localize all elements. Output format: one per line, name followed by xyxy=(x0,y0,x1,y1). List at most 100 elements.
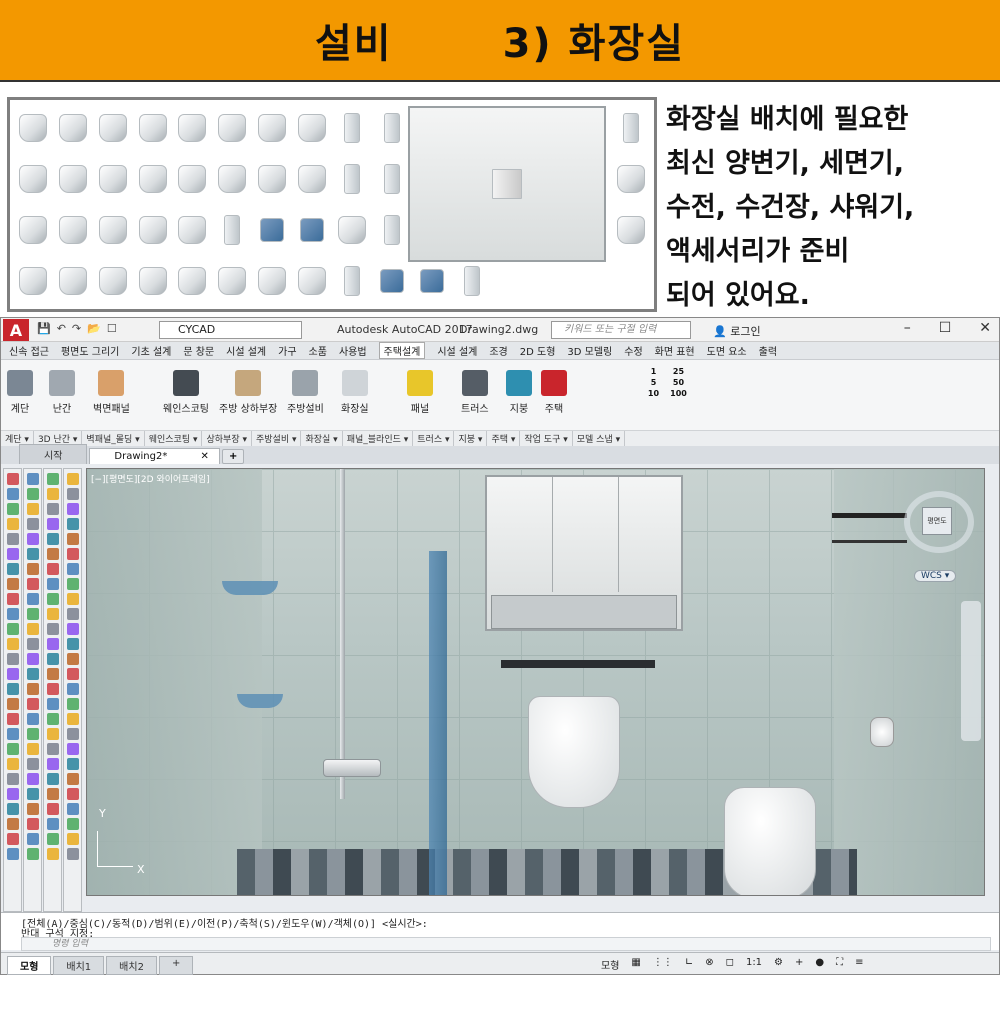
palette-tool-icon[interactable] xyxy=(46,638,59,650)
palette-tool-icon[interactable] xyxy=(46,608,59,620)
palette-tool-icon[interactable] xyxy=(6,713,19,725)
palette-tool-icon[interactable] xyxy=(46,473,59,485)
palette-tool-icon[interactable] xyxy=(66,758,79,770)
palette-tool-icon[interactable] xyxy=(26,803,39,815)
palette-tool-icon[interactable] xyxy=(26,743,39,755)
palette-tool-icon[interactable] xyxy=(26,533,39,545)
palette-tool-icon[interactable] xyxy=(66,743,79,755)
ribbon-tool[interactable]: 지붕 xyxy=(506,364,532,430)
palette-tool-icon[interactable] xyxy=(26,548,39,560)
palette-tool-icon[interactable] xyxy=(66,728,79,740)
palette-tool-icon[interactable] xyxy=(26,833,39,845)
palette-tool-icon[interactable] xyxy=(66,533,79,545)
palette-tool-icon[interactable] xyxy=(46,503,59,515)
ribbon-tool[interactable]: 주방설비 xyxy=(287,364,324,430)
palette-tool-icon[interactable] xyxy=(46,488,59,500)
palette-tool-icon[interactable] xyxy=(26,698,39,710)
palette-tool-icon[interactable] xyxy=(46,713,59,725)
viewport-label[interactable]: [−][평면도][2D 와이어프레임] xyxy=(91,472,210,485)
ribbon-group-label[interactable]: 주방설비 ▾ xyxy=(252,431,302,446)
palette-tool-icon[interactable] xyxy=(26,683,39,695)
palette-tool-icon[interactable] xyxy=(46,593,59,605)
palette-tool-icon[interactable] xyxy=(46,668,59,680)
ribbon-group-label[interactable]: 모델 스냅 ▾ xyxy=(573,431,626,446)
ribbon-tool[interactable]: 주방 상하부장 xyxy=(219,364,277,430)
ribbon-group-label[interactable]: 지붕 ▾ xyxy=(454,431,488,446)
palette-tool-icon[interactable] xyxy=(6,608,19,620)
ribbon-tab[interactable]: 3D 모델링 xyxy=(567,343,612,358)
palette-tool-icon[interactable] xyxy=(66,623,79,635)
palette-tool-icon[interactable] xyxy=(46,728,59,740)
palette-tool-icon[interactable] xyxy=(26,728,39,740)
palette-tool-icon[interactable] xyxy=(6,623,19,635)
ribbon-tab[interactable]: 수정 xyxy=(624,343,642,358)
ribbon-tool[interactable]: 트러스 xyxy=(461,364,489,430)
palette-tool-icon[interactable] xyxy=(46,623,59,635)
ribbon-tool[interactable]: 웨인스코팅 xyxy=(163,364,209,430)
palette-tool-icon[interactable] xyxy=(66,593,79,605)
new-icon[interactable]: ☐ xyxy=(107,322,117,335)
ribbon-tool[interactable]: 화장실 xyxy=(341,364,369,430)
scale-value[interactable]: 25 xyxy=(666,366,691,377)
palette-tool-icon[interactable] xyxy=(46,788,59,800)
tab-layout1[interactable]: 배치1 xyxy=(53,956,105,975)
palette-tool-icon[interactable] xyxy=(26,593,39,605)
palette-tool-icon[interactable] xyxy=(46,518,59,530)
scale-selector[interactable]: 1 25 5 50 10 100 xyxy=(641,366,691,399)
ribbon-group-label[interactable]: 작업 도구 ▾ xyxy=(520,431,573,446)
palette-tool-icon[interactable] xyxy=(6,503,19,515)
palette-tool-icon[interactable] xyxy=(66,683,79,695)
viewcube[interactable]: 평면도 xyxy=(904,491,974,553)
palette-tool-icon[interactable] xyxy=(66,548,79,560)
ribbon-tab[interactable]: 가구 xyxy=(278,343,296,358)
palette-tool-icon[interactable] xyxy=(6,638,19,650)
palette-tool-icon[interactable] xyxy=(6,683,19,695)
plus-icon[interactable]: + xyxy=(795,957,803,972)
drawing-viewport[interactable]: [−][평면도][2D 와이어프레임] Y X 평면도 WCS ▾ xyxy=(86,468,985,896)
palette-tool-icon[interactable] xyxy=(26,758,39,770)
palette-tool-icon[interactable] xyxy=(6,743,19,755)
osnap-icon[interactable]: ◻ xyxy=(726,957,734,972)
redo-icon[interactable]: ↷ xyxy=(72,322,81,335)
fullscreen-icon[interactable]: ⛶ xyxy=(836,957,843,972)
palette-tool-icon[interactable] xyxy=(66,638,79,650)
workspace-select[interactable]: CYCAD xyxy=(159,321,302,339)
palette-tool-icon[interactable] xyxy=(26,563,39,575)
ribbon-tool[interactable]: 난간 xyxy=(49,364,75,430)
palette-tool-icon[interactable] xyxy=(46,548,59,560)
palette-tool-icon[interactable] xyxy=(46,818,59,830)
palette-tool-icon[interactable] xyxy=(26,653,39,665)
ribbon-tab[interactable]: 화면 표현 xyxy=(655,343,695,358)
palette-tool-icon[interactable] xyxy=(26,713,39,725)
palette-tool-icon[interactable] xyxy=(66,803,79,815)
palette-tool-icon[interactable] xyxy=(66,833,79,845)
menu-icon[interactable]: ≡ xyxy=(855,957,863,972)
palette-tool-icon[interactable] xyxy=(46,683,59,695)
close-icon[interactable]: ✕ xyxy=(201,451,209,462)
palette-tool-icon[interactable] xyxy=(6,473,19,485)
command-input[interactable]: 명령 입력 xyxy=(21,937,991,951)
login-button[interactable]: 👤 로그인 xyxy=(713,323,761,339)
close-button[interactable]: ✕ xyxy=(979,320,991,336)
autocad-logo-icon[interactable]: A xyxy=(3,319,29,341)
minimize-button[interactable]: – xyxy=(904,320,911,336)
palette-tool-icon[interactable] xyxy=(6,773,19,785)
palette-tool-icon[interactable] xyxy=(66,713,79,725)
polar-icon[interactable]: ⊗ xyxy=(705,957,713,972)
palette-tool-icon[interactable] xyxy=(26,473,39,485)
ribbon-tab[interactable]: 시설 설계 xyxy=(437,343,477,358)
wcs-menu[interactable]: WCS ▾ xyxy=(914,570,957,582)
ribbon-tab[interactable]: 주택설계 xyxy=(378,342,426,359)
palette-tool-icon[interactable] xyxy=(6,803,19,815)
viewcube-face[interactable]: 평면도 xyxy=(922,507,952,535)
palette-tool-icon[interactable] xyxy=(6,668,19,680)
palette-tool-icon[interactable] xyxy=(66,473,79,485)
ribbon-group-label[interactable]: 벽패널_몰딩 ▾ xyxy=(82,431,145,446)
snap-icon[interactable]: ⋮⋮ xyxy=(653,957,673,972)
scale-value[interactable]: 50 xyxy=(666,377,691,388)
maximize-button[interactable]: ☐ xyxy=(939,320,952,336)
ribbon-group-label[interactable]: 웨인스코팅 ▾ xyxy=(145,431,203,446)
tab-start[interactable]: 시작 xyxy=(19,444,88,464)
ribbon-tab[interactable]: 조경 xyxy=(489,343,507,358)
ribbon-tab[interactable]: 2D 도형 xyxy=(520,343,556,358)
